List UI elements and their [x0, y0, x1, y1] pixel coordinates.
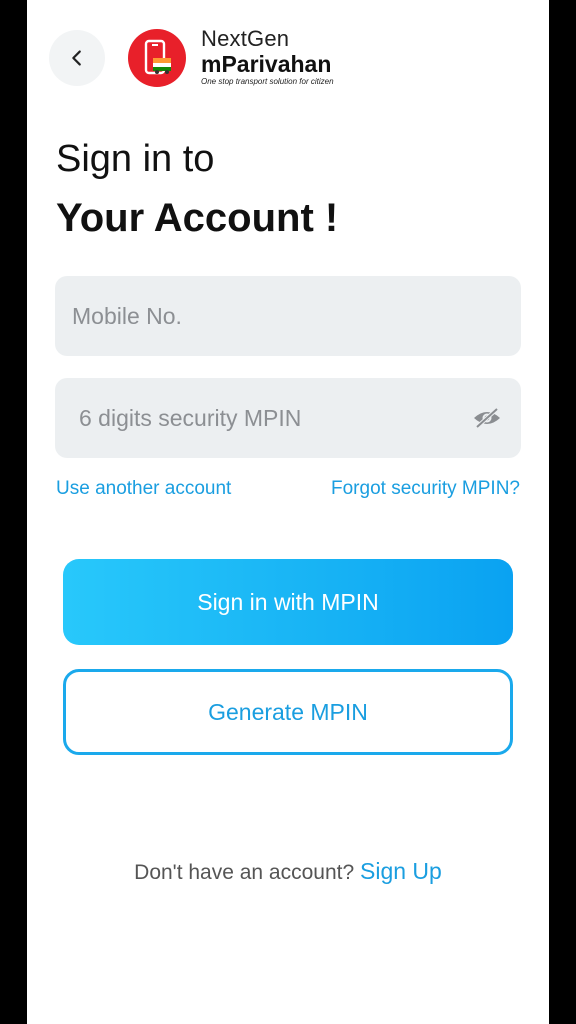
page-title-line2: Your Account !: [56, 196, 339, 240]
brand-tagline: One stop transport solution for citizen: [201, 77, 334, 86]
forgot-mpin-link[interactable]: Forgot security MPIN?: [331, 478, 520, 500]
use-another-account-link[interactable]: Use another account: [56, 478, 231, 500]
login-screen: NextGen mParivahan One stop transport so…: [27, 0, 549, 1024]
mpin-field[interactable]: [55, 378, 521, 458]
generate-mpin-button[interactable]: Generate MPIN: [63, 669, 513, 755]
sign-up-link[interactable]: Sign Up: [360, 858, 442, 884]
toggle-visibility-button[interactable]: [470, 400, 503, 436]
mobile-field[interactable]: [55, 276, 521, 356]
back-button[interactable]: [49, 30, 105, 86]
chevron-left-icon: [72, 50, 81, 66]
app-logo: [128, 29, 186, 87]
brand-top-text: NextGen: [201, 26, 290, 51]
phone-car-logo-icon: [144, 39, 171, 75]
mpin-input[interactable]: [77, 403, 471, 433]
page-title-line1: Sign in to: [56, 138, 215, 180]
brand-block: NextGen mParivahan One stop transport so…: [201, 27, 334, 87]
sign-in-mpin-button[interactable]: Sign in with MPIN: [63, 559, 513, 645]
signup-prompt-text: Don't have an account?: [134, 861, 355, 884]
eye-off-icon: [473, 407, 500, 429]
mobile-input[interactable]: [70, 301, 521, 331]
brand-name: mParivahan: [201, 51, 332, 77]
signup-prompt: Don't have an account? Sign Up: [27, 858, 549, 885]
